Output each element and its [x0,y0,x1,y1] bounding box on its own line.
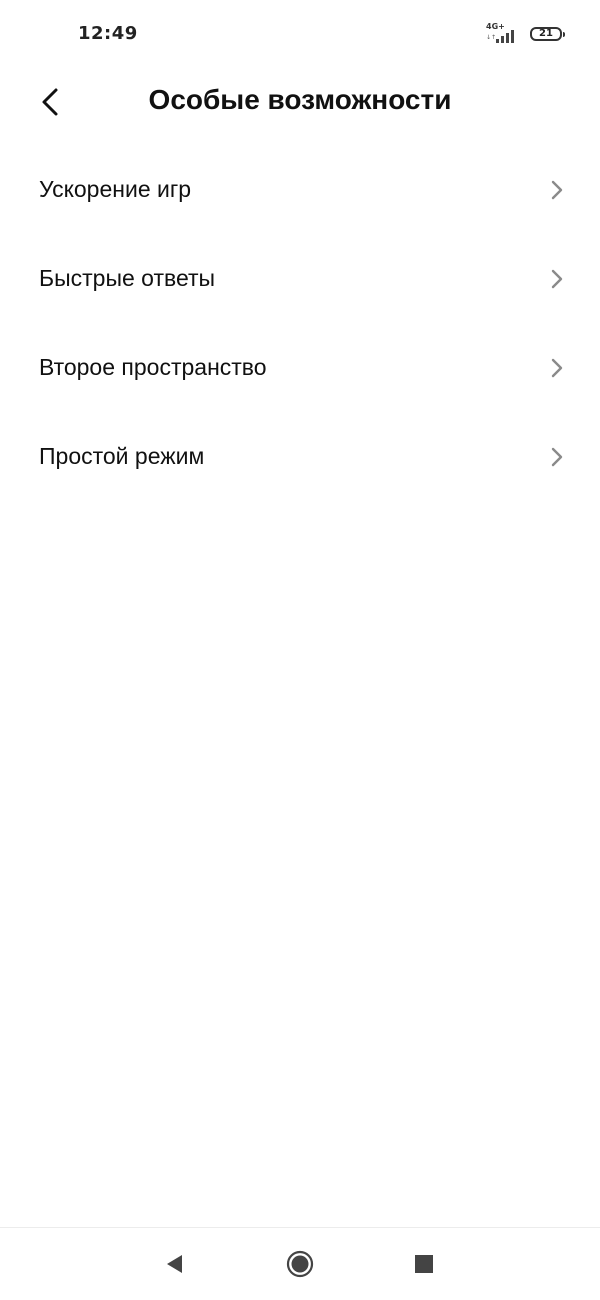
chevron-right-icon [550,446,564,468]
menu-item-simple-mode[interactable]: Простой режим [0,412,600,501]
menu-item-label: Простой режим [39,443,205,469]
status-time: 12:49 [78,23,138,44]
page-title: Особые возможности [148,84,452,115]
triangle-back-icon [167,1255,182,1273]
nav-recents-button[interactable] [394,1228,454,1300]
data-activity-icon: ↓↑ [486,34,497,41]
navigation-bar [0,1227,600,1300]
battery-level: 21 [539,28,553,39]
nav-back-button[interactable] [144,1228,204,1300]
chevron-right-icon [550,268,564,290]
chevron-right-icon [550,357,564,379]
chevron-right-icon [550,179,564,201]
square-recents-icon [415,1255,433,1273]
settings-list: Ускорение игр Быстрые ответы Второе прос… [0,145,600,501]
menu-item-label: Ускорение игр [39,176,192,202]
status-indicators: 4G+ ↓↑ 21 [486,23,565,44]
battery-icon: 21 [530,27,565,41]
nav-home-button[interactable] [270,1228,330,1300]
menu-item-quick-replies[interactable]: Быстрые ответы [0,234,600,323]
menu-item-game-turbo[interactable]: Ускорение игр [0,145,600,234]
cellular-signal-icon: 4G+ ↓↑ [486,23,520,44]
menu-item-label: Быстрые ответы [39,265,216,291]
header: Особые возможности [0,70,600,134]
status-bar: 12:49 4G+ ↓↑ 21 [0,0,600,70]
circle-home-icon [286,1250,314,1278]
signal-bars [496,30,514,43]
menu-item-second-space[interactable]: Второе пространство [0,323,600,412]
menu-item-label: Второе пространство [39,354,267,380]
